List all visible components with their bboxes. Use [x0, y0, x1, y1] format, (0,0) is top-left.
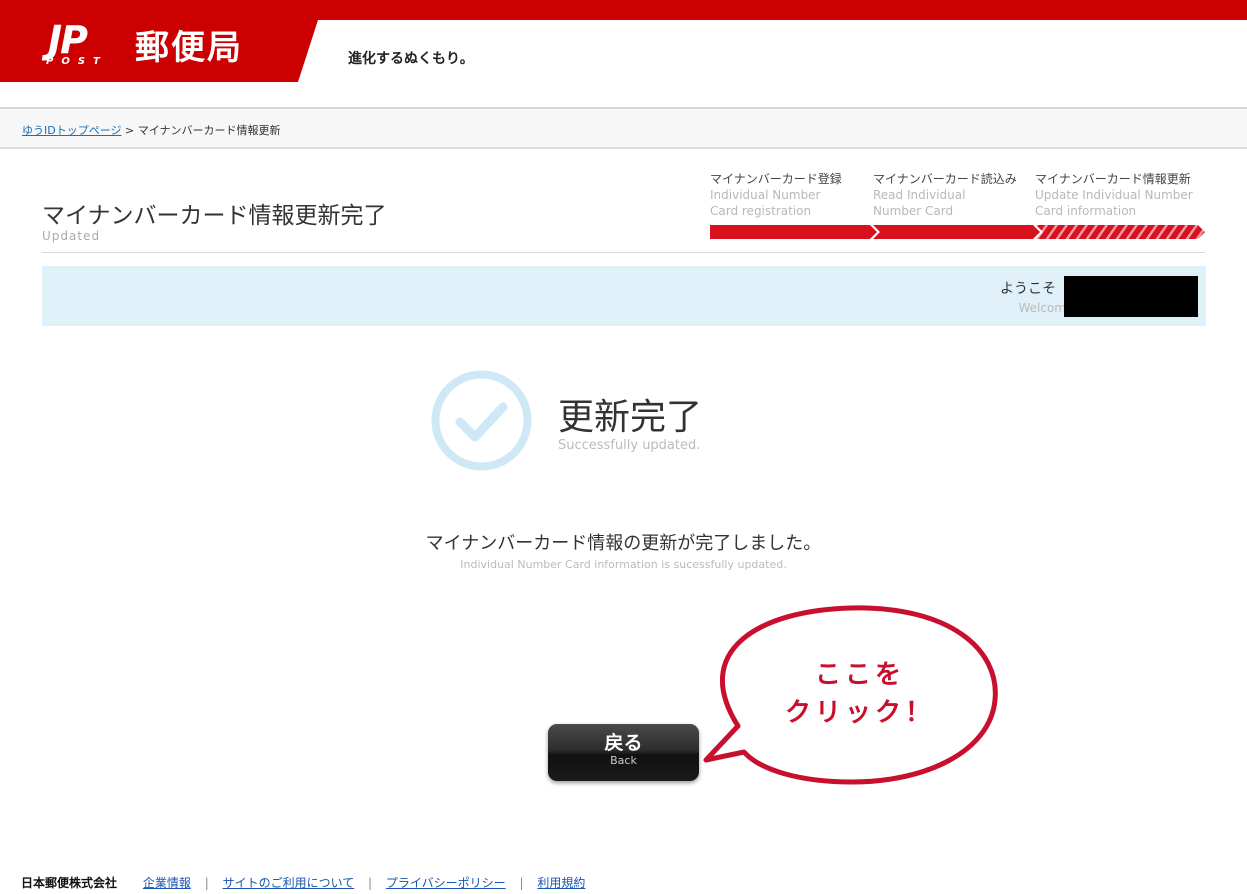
completion-message-en: Individual Number Card information is su…	[460, 558, 787, 571]
step-2-sublabel: Read Individual Number Card	[873, 188, 966, 218]
breadcrumb-current: マイナンバーカード情報更新	[137, 124, 281, 137]
callout-line-1: ここを	[814, 660, 905, 690]
step-1-sublabel: Individual Number Card registration	[710, 188, 821, 218]
completion-subtitle: Successfully updated.	[558, 438, 701, 453]
completion-message: マイナンバーカード情報の更新が完了しました。	[425, 533, 822, 554]
step-1: マイナンバーカード登録 Individual Number Card regis…	[710, 170, 875, 219]
step-2-bar	[873, 225, 1040, 239]
welcome-bar: ようこそ Welcom	[42, 266, 1206, 326]
back-button[interactable]: 戻る Back	[548, 724, 699, 781]
breadcrumb-bar: ゆうIDトップページ > マイナンバーカード情報更新	[0, 109, 1247, 149]
back-button-sublabel: Back	[610, 754, 637, 767]
site-header: JP POST 郵便局 進化するぬくもり。	[0, 0, 1247, 109]
welcome-sublabel: Welcom	[1018, 301, 1066, 315]
page-title: マイナンバーカード情報更新完了	[42, 203, 387, 229]
footer-link-site-usage[interactable]: サイトのご利用について	[223, 876, 355, 890]
title-divider	[42, 252, 1205, 253]
step-3: マイナンバーカード情報更新 Update Individual Number C…	[1035, 170, 1200, 219]
welcome-label: ようこそ	[1000, 281, 1056, 297]
completion-title: 更新完了	[558, 397, 703, 438]
check-circle-icon	[431, 370, 532, 471]
footer-link-terms[interactable]: 利用規約	[537, 876, 585, 890]
step-3-bar	[1036, 225, 1205, 239]
breadcrumb-home-link[interactable]: ゆうIDトップページ	[22, 124, 122, 137]
step-2: マイナンバーカード読込み Read Individual Number Card	[873, 170, 1038, 219]
page-subtitle: Updated	[42, 229, 101, 243]
step-1-bar	[710, 225, 877, 239]
footer-company: 日本郵便株式会社	[21, 876, 118, 890]
footer: 日本郵便株式会社 企業情報 | サイトのご利用について | プライバシーポリシー…	[21, 874, 585, 891]
back-button-label: 戻る	[604, 732, 643, 754]
step-3-sublabel: Update Individual Number Card informatio…	[1035, 188, 1193, 218]
logo-name: 郵便局	[135, 28, 243, 68]
callout-line-2: クリック！	[784, 698, 935, 728]
step-progress-bar	[710, 225, 1205, 239]
footer-link-privacy[interactable]: プライバシーポリシー	[386, 876, 506, 890]
footer-separator: |	[204, 876, 209, 890]
redacted-username	[1064, 276, 1198, 317]
breadcrumb-separator: >	[125, 124, 135, 137]
progress-steps: マイナンバーカード登録 Individual Number Card regis…	[710, 170, 1206, 242]
logo-post-text: POST	[46, 56, 108, 67]
footer-separator: |	[368, 876, 373, 890]
step-2-label: マイナンバーカード読込み	[873, 172, 1017, 186]
breadcrumb: ゆうIDトップページ > マイナンバーカード情報更新	[22, 122, 281, 138]
callout-text: ここを クリック！	[700, 656, 1020, 732]
footer-link-corporate[interactable]: 企業情報	[143, 876, 191, 890]
step-1-label: マイナンバーカード登録	[710, 172, 842, 186]
tagline: 進化するぬくもり。	[348, 51, 474, 67]
footer-separator: |	[519, 876, 524, 890]
step-3-label: マイナンバーカード情報更新	[1035, 172, 1191, 186]
